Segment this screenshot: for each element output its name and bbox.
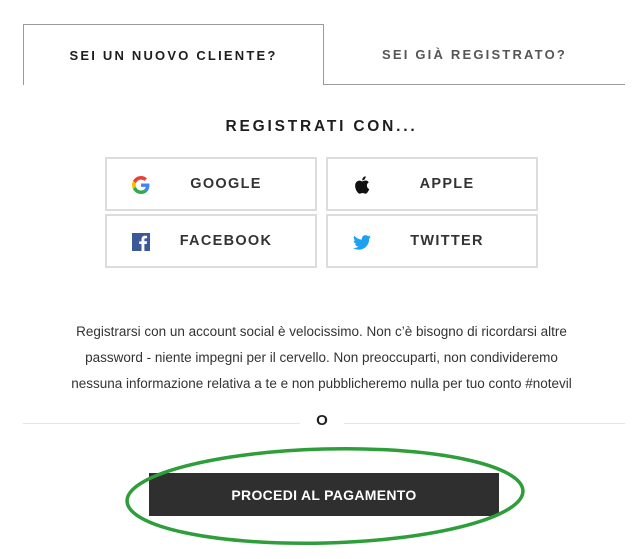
info-line: Registrarsi con un account social è velo… bbox=[76, 324, 567, 339]
twitter-signup-button[interactable]: TWITTER bbox=[326, 214, 538, 268]
register-with-heading: REGISTRATI CON... bbox=[225, 118, 418, 135]
google-signup-button[interactable]: GOOGLE bbox=[105, 157, 317, 211]
social-signup-info-text: Registrarsi con un account social è velo… bbox=[30, 319, 613, 397]
tab-registered-customer[interactable]: SEI GIÀ REGISTRATO? bbox=[324, 24, 625, 84]
twitter-icon bbox=[352, 232, 372, 252]
apple-icon bbox=[352, 175, 372, 195]
tab-new-customer-label: SEI UN NUOVO CLIENTE? bbox=[69, 47, 278, 63]
customer-tabs: SEI UN NUOVO CLIENTE? SEI GIÀ REGISTRATO… bbox=[23, 24, 625, 85]
facebook-icon bbox=[131, 232, 151, 252]
tab-registered-customer-label: SEI GIÀ REGISTRATO? bbox=[381, 46, 568, 62]
facebook-signup-button[interactable]: FACEBOOK bbox=[105, 214, 317, 268]
proceed-to-checkout-button[interactable]: PROCEDI AL PAGAMENTO bbox=[149, 473, 499, 516]
tab-divider-line bbox=[323, 84, 625, 85]
proceed-to-checkout-label: PROCEDI AL PAGAMENTO bbox=[231, 486, 417, 503]
info-line: nessuna informazione relativa a te e non… bbox=[71, 376, 572, 391]
apple-signup-button[interactable]: APPLE bbox=[326, 157, 538, 211]
info-line: password - niente impegni per il cervell… bbox=[85, 350, 558, 365]
google-icon bbox=[131, 175, 151, 195]
tab-new-customer[interactable]: SEI UN NUOVO CLIENTE? bbox=[23, 24, 324, 85]
or-separator-label: O bbox=[300, 412, 344, 429]
